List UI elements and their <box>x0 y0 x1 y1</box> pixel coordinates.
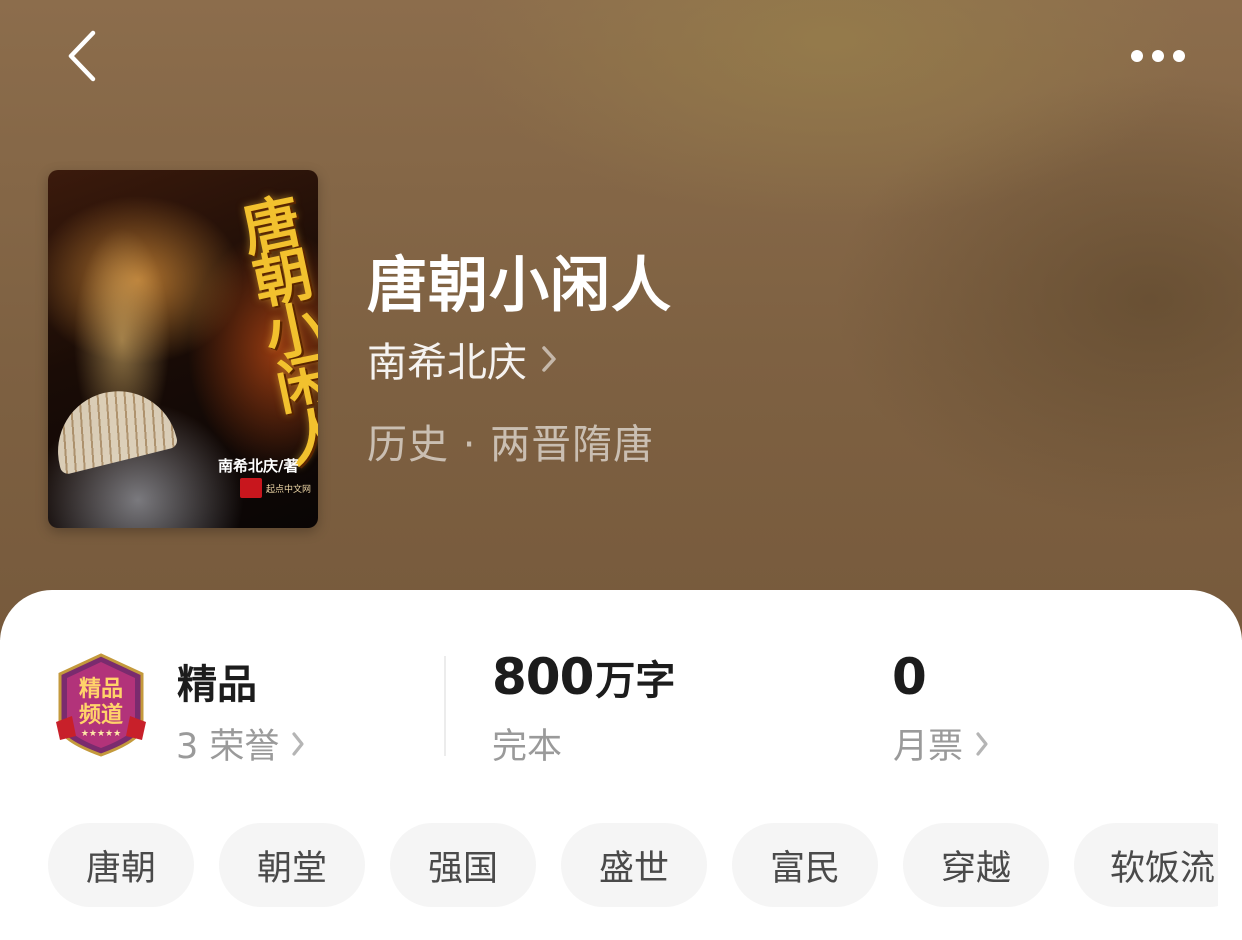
premium-channel-badge-icon[interactable]: 精品频道 ★★★★★ <box>50 652 152 758</box>
author-name: 南希北庆 <box>367 340 527 386</box>
book-category: 历史 · 两晋隋唐 <box>367 422 655 468</box>
chevron-right-icon <box>976 731 988 756</box>
chevron-right-icon <box>292 731 305 756</box>
more-dot <box>1173 50 1185 62</box>
chevron-right-icon <box>542 346 556 372</box>
more-options-button[interactable] <box>1124 36 1192 76</box>
more-horizontal-icon <box>1131 50 1143 62</box>
monthly-tickets-count: 0 <box>892 648 927 706</box>
stats-divider <box>444 656 446 756</box>
badge-stars: ★★★★★ <box>81 729 121 739</box>
tag-chip[interactable]: 强国 <box>390 823 536 907</box>
tag-chip[interactable]: 盛世 <box>561 823 707 907</box>
word-count: 800 万字 <box>492 648 675 706</box>
tag-chip[interactable]: 唐朝 <box>48 823 194 907</box>
cover-title: 唐朝小闲人 <box>226 189 318 468</box>
badge-text-top: 精品 <box>79 676 123 702</box>
quality-label: 精品 <box>177 662 257 708</box>
monthly-tickets-label: 月票 <box>893 727 964 767</box>
monthly-tickets-link[interactable]: 月票 <box>893 718 989 769</box>
tag-list: 唐朝 朝堂 强国 盛世 富民 穿越 软饭流 <box>48 823 1218 907</box>
word-count-number: 800 <box>492 648 594 706</box>
honors-link[interactable]: 3 荣誉 <box>176 718 305 769</box>
author-link[interactable]: 南希北庆 <box>367 334 557 386</box>
tag-chip[interactable]: 朝堂 <box>219 823 365 907</box>
book-cover[interactable]: 唐朝小闲人 南希北庆/著 起点中文网 <box>48 170 318 528</box>
chevron-left-icon <box>68 30 96 82</box>
more-dot <box>1152 50 1164 62</box>
cover-author: 南希北庆/著 <box>218 457 299 475</box>
book-title: 唐朝小闲人 <box>367 251 672 321</box>
honors-count: 3 荣誉 <box>176 727 280 767</box>
tag-chip[interactable]: 富民 <box>732 823 878 907</box>
completion-status: 完本 <box>492 727 563 767</box>
cover-seal <box>240 478 262 498</box>
word-count-unit: 万字 <box>595 658 676 704</box>
badge-text-bottom: 频道 <box>79 702 123 728</box>
tag-chip[interactable]: 穿越 <box>903 823 1049 907</box>
back-button[interactable] <box>58 28 106 84</box>
cover-publisher: 起点中文网 <box>266 485 312 495</box>
tag-chip[interactable]: 软饭流 <box>1074 823 1218 907</box>
